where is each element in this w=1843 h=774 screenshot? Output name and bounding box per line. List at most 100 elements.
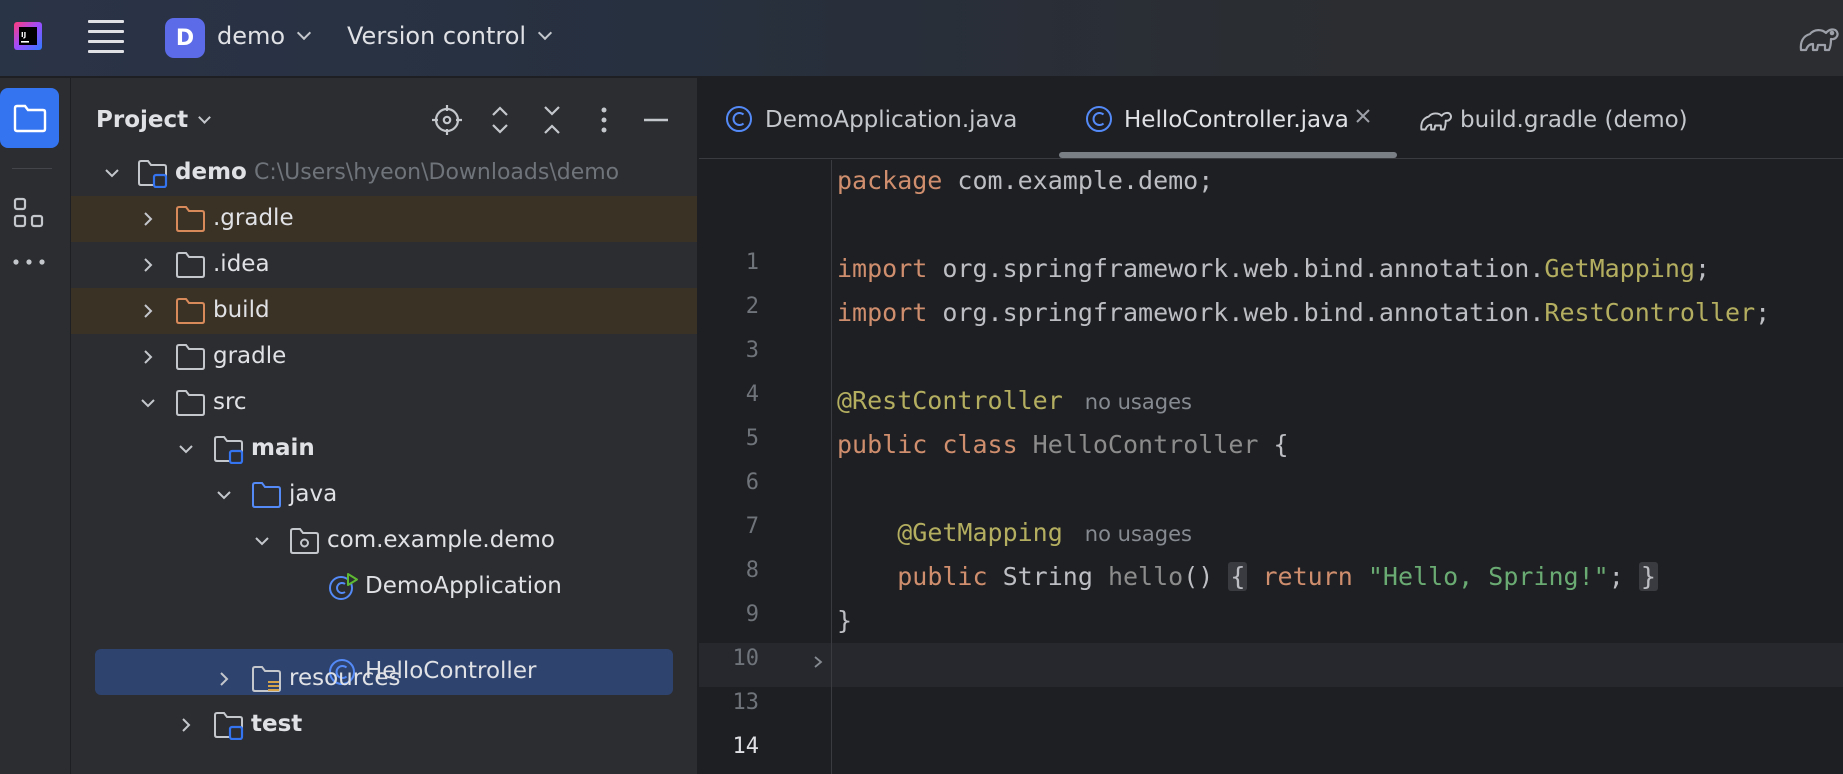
line-number: 1: [745, 250, 759, 275]
code-line-6[interactable]: @RestController no usages: [837, 386, 1192, 426]
gradle-elephant-icon: [1420, 111, 1452, 131]
tree-item-java[interactable]: java: [71, 472, 697, 518]
tree-item-label: gradle: [213, 343, 287, 369]
tab-demoapplication[interactable]: DemoApplication.java: [699, 78, 1059, 158]
java-class-icon: [726, 106, 752, 132]
line-number-current: 14: [732, 734, 760, 759]
line-number: 9: [745, 602, 759, 627]
code-line-7[interactable]: public class HelloController {: [837, 430, 1289, 470]
panel-title: Project: [96, 107, 189, 133]
tree-item-test[interactable]: test: [71, 702, 697, 748]
tree-item-demo[interactable]: demo C:\Users\hyeon\Downloads\demo: [71, 150, 697, 196]
tree-item-label: test: [251, 711, 303, 737]
expand-all-icon[interactable]: [483, 103, 517, 137]
code-line-13[interactable]: }: [837, 606, 852, 646]
tab-label: build.gradle (demo): [1460, 107, 1688, 133]
tab-build-gradle[interactable]: build.gradle (demo): [1397, 78, 1727, 158]
project-view-selector[interactable]: Project: [96, 107, 211, 133]
usages-hint[interactable]: no usages: [1085, 522, 1192, 546]
editor-area: DemoApplication.java HelloController.jav…: [699, 78, 1843, 774]
line-number: 4: [745, 382, 759, 407]
tab-hellocontroller[interactable]: HelloController.java: [1059, 78, 1397, 158]
locate-file-icon[interactable]: [430, 103, 464, 137]
tree-item-label: main: [251, 435, 315, 461]
package-icon: [290, 528, 319, 554]
project-avatar[interactable]: D: [165, 18, 205, 58]
active-tab-indicator: [1059, 152, 1397, 158]
code-line-1[interactable]: package com.example.demo;: [837, 166, 1213, 206]
svg-text:IJ: IJ: [21, 31, 26, 39]
line-number: 6: [745, 470, 759, 495]
tree-item-label: demo: [175, 159, 247, 185]
code-line-4[interactable]: import org.springframework.web.bind.anno…: [837, 298, 1770, 338]
folder-icon: [176, 390, 205, 416]
tree-item-label: resources: [289, 665, 401, 691]
tree-item-label: build: [213, 297, 270, 323]
tree-item-src[interactable]: src: [71, 380, 697, 426]
current-line-highlight: [699, 643, 1843, 687]
code-line-9[interactable]: @GetMapping no usages: [837, 518, 1192, 558]
tree-item-label: .gradle: [213, 205, 294, 231]
resources-folder-icon: [252, 666, 281, 692]
line-number: 8: [745, 558, 759, 583]
tree-item-gradle[interactable]: gradle: [71, 334, 697, 380]
source-root-folder-icon: [252, 482, 281, 508]
tree-item-gradle-cache[interactable]: .gradle: [71, 196, 697, 242]
code-line-3[interactable]: import org.springframework.web.bind.anno…: [837, 254, 1710, 294]
module-folder-icon: [138, 160, 168, 188]
usages-hint[interactable]: no usages: [1085, 390, 1192, 414]
tree-item-label: java: [289, 481, 338, 507]
code-line-10[interactable]: public String hello() { return "Hello, S…: [837, 562, 1658, 602]
tree-item-main[interactable]: main: [71, 426, 697, 472]
folder-icon: [176, 252, 205, 278]
tab-label: DemoApplication.java: [765, 107, 1018, 133]
tree-item-package[interactable]: com.example.demo: [71, 518, 697, 564]
project-switcher[interactable]: demo: [217, 22, 312, 50]
line-number: 10: [732, 646, 760, 671]
line-number: 2: [745, 294, 759, 319]
options-icon[interactable]: [587, 103, 621, 137]
line-number: 7: [745, 514, 759, 539]
intellij-logo-icon[interactable]: IJ: [12, 20, 44, 52]
source-set-folder-icon: [214, 712, 244, 740]
tree-item-demoapplication[interactable]: DemoApplication: [71, 564, 697, 610]
more-tools-icon[interactable]: [12, 256, 46, 268]
line-number: 5: [745, 426, 759, 451]
tree-item-resources[interactable]: resources: [71, 656, 697, 702]
project-tool-window: Project demo C:\Users\hyeon\Downloads\de…: [71, 78, 698, 774]
tab-label: HelloController.java: [1124, 107, 1349, 133]
hide-panel-icon[interactable]: [639, 103, 673, 137]
folder-icon: [13, 104, 47, 133]
chevron-down-icon: [538, 25, 553, 41]
tree-item-label: .idea: [213, 251, 270, 277]
tree-item-build[interactable]: build: [71, 288, 697, 334]
project-tool-button[interactable]: [0, 88, 59, 148]
tree-item-label: src: [213, 389, 247, 415]
tool-window-strip: [0, 78, 71, 774]
folder-icon: [176, 344, 205, 370]
chevron-down-icon: [198, 111, 211, 124]
chevron-down-icon: [296, 25, 312, 41]
close-tab-icon[interactable]: [1353, 106, 1373, 126]
structure-icon[interactable]: [12, 196, 46, 230]
vcs-label: Version control: [347, 22, 527, 50]
tree-item-idea[interactable]: .idea: [71, 242, 697, 288]
folded-block-close[interactable]: }: [1638, 562, 1658, 591]
folded-block-open[interactable]: {: [1228, 562, 1248, 591]
excluded-folder-icon: [176, 298, 205, 324]
line-number: 13: [732, 690, 760, 715]
java-class-icon: [1086, 106, 1112, 132]
source-set-folder-icon: [214, 436, 244, 464]
vcs-widget[interactable]: Version control: [347, 22, 553, 50]
line-gutter: 1 2 3 4 5 6 7 8 9 10 13 14: [699, 160, 832, 774]
collapse-all-icon[interactable]: [535, 103, 569, 137]
line-number: 3: [745, 338, 759, 363]
title-bar: IJ D demo Version control: [0, 0, 1843, 77]
fold-expand-icon[interactable]: [811, 655, 825, 669]
excluded-folder-icon: [176, 206, 205, 232]
divider: [12, 168, 52, 169]
gradle-elephant-icon[interactable]: [1798, 20, 1840, 54]
tree-item-path: C:\Users\hyeon\Downloads\demo: [254, 160, 620, 185]
tree-item-label: DemoApplication: [365, 573, 562, 599]
main-menu-icon[interactable]: [88, 20, 124, 54]
